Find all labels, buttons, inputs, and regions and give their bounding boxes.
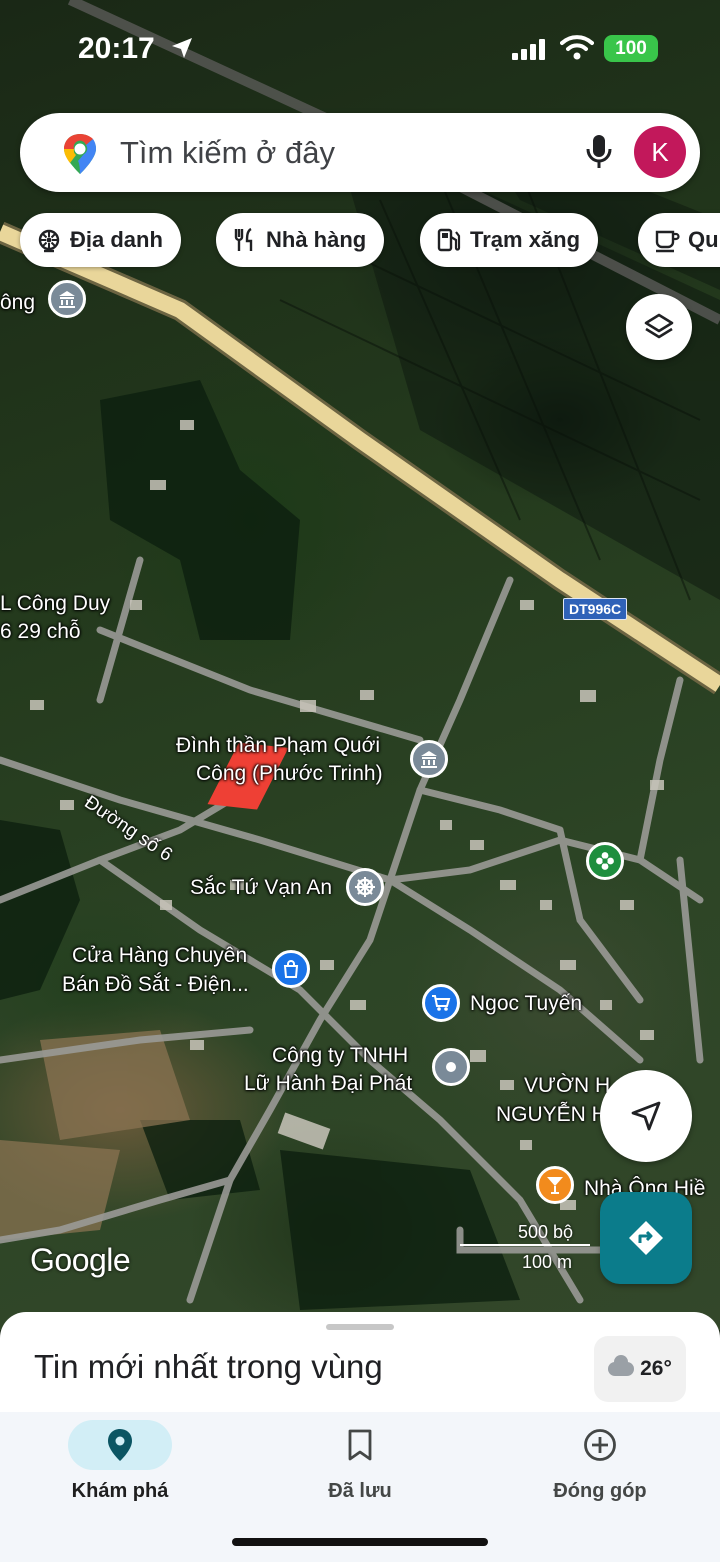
directions-icon: [629, 1221, 663, 1255]
restaurant-icon: [234, 227, 253, 251]
chip-gas-stations[interactable]: Trạm xăng: [420, 213, 599, 267]
location-arrow-icon: [170, 36, 194, 66]
layers-icon: [644, 313, 674, 339]
poi-label[interactable]: Đình thần Phạm Quới: [176, 733, 380, 759]
google-maps-pin-icon: [62, 133, 98, 180]
search-bar[interactable]: Tìm kiếm ở đây K: [20, 113, 700, 192]
landmark-pin-icon[interactable]: [410, 740, 448, 778]
nav-label: Đóng góp: [553, 1480, 647, 1502]
cloud-icon: [608, 1355, 635, 1376]
temple-pin-icon[interactable]: [346, 868, 384, 906]
account-avatar[interactable]: K: [634, 126, 686, 178]
poi-label[interactable]: Công (Phước Trinh): [196, 761, 383, 787]
wifi-icon: [560, 34, 594, 60]
location-pin-icon[interactable]: [432, 1048, 470, 1086]
scale-imperial: 500 bộ: [518, 1222, 574, 1242]
poi-label[interactable]: Cửa Hàng Chuyên: [72, 943, 247, 969]
temperature-value: 26°: [640, 1357, 672, 1380]
bar-pin-icon[interactable]: [536, 1166, 574, 1204]
poi-label[interactable]: L Công Duy: [0, 591, 110, 617]
sheet-drag-handle[interactable]: [326, 1324, 394, 1330]
layers-button[interactable]: [626, 294, 692, 360]
chip-restaurants[interactable]: Nhà hàng: [216, 213, 385, 267]
bookmark-icon: [308, 1420, 412, 1470]
scale-bar: [460, 1244, 590, 1246]
search-input[interactable]: Tìm kiếm ở đây: [120, 135, 335, 171]
explore-pin-icon: [68, 1420, 172, 1470]
poi-label[interactable]: 6 29 chỗ: [0, 619, 81, 645]
landmark-icon: [38, 229, 60, 253]
add-circle-icon: [548, 1420, 652, 1470]
nav-label: Đã lưu: [328, 1480, 392, 1502]
poi-label[interactable]: Ngoc Tuyến: [470, 991, 582, 1017]
shopping-pin-icon[interactable]: [272, 950, 310, 988]
chip-label: Nhà hàng: [266, 227, 367, 252]
nav-saved[interactable]: Đã lưu: [240, 1412, 480, 1522]
chip-label: Địa danh: [70, 227, 163, 252]
status-bar: 20:17 100: [0, 0, 720, 100]
chip-label: Qu: [688, 227, 719, 252]
google-attribution-logo: Google: [30, 1242, 131, 1278]
directions-button[interactable]: [600, 1192, 692, 1284]
poi-label[interactable]: Sắc Tứ Vạn An: [190, 875, 332, 901]
microphone-icon[interactable]: [584, 133, 614, 176]
map-scale: 500 bộ 100 m: [460, 1222, 600, 1272]
chip-coffee[interactable]: Qu: [638, 213, 720, 267]
my-location-button[interactable]: [600, 1070, 692, 1162]
navigation-arrow-icon: [631, 1101, 661, 1131]
chip-landmarks[interactable]: Địa danh: [20, 213, 181, 267]
scale-metric: 100 m: [522, 1252, 573, 1272]
landmark-pin-icon[interactable]: [48, 280, 86, 318]
poi-label[interactable]: VƯỜN H: [524, 1073, 610, 1099]
coffee-icon: [655, 230, 680, 253]
garden-pin-icon[interactable]: [586, 842, 624, 880]
nav-explore[interactable]: Khám phá: [0, 1412, 240, 1522]
poi-label[interactable]: Lữ Hành Đại Phát: [244, 1071, 412, 1097]
status-time: 20:17: [78, 32, 155, 65]
cellular-signal-icon: [512, 38, 546, 60]
battery-indicator: 100: [604, 35, 658, 62]
gas-station-icon: [437, 228, 461, 252]
chip-label: Trạm xăng: [470, 227, 581, 252]
sheet-title: Tin mới nhất trong vùng: [34, 1348, 383, 1385]
shopping-cart-pin-icon[interactable]: [422, 984, 460, 1022]
road-shield: DT996C: [563, 598, 628, 620]
poi-label[interactable]: Công ty TNHH: [272, 1043, 408, 1069]
poi-label[interactable]: ông: [0, 290, 35, 316]
latest-news-sheet[interactable]: Tin mới nhất trong vùng 26°: [0, 1312, 720, 1422]
poi-label[interactable]: NGUYỄN H: [496, 1102, 607, 1128]
nav-label: Khám phá: [71, 1480, 169, 1502]
weather-chip[interactable]: 26°: [594, 1336, 686, 1402]
nav-contribute[interactable]: Đóng góp: [480, 1412, 720, 1522]
home-indicator[interactable]: [232, 1538, 488, 1546]
poi-label[interactable]: Bán Đồ Sắt - Điện...: [62, 972, 249, 998]
